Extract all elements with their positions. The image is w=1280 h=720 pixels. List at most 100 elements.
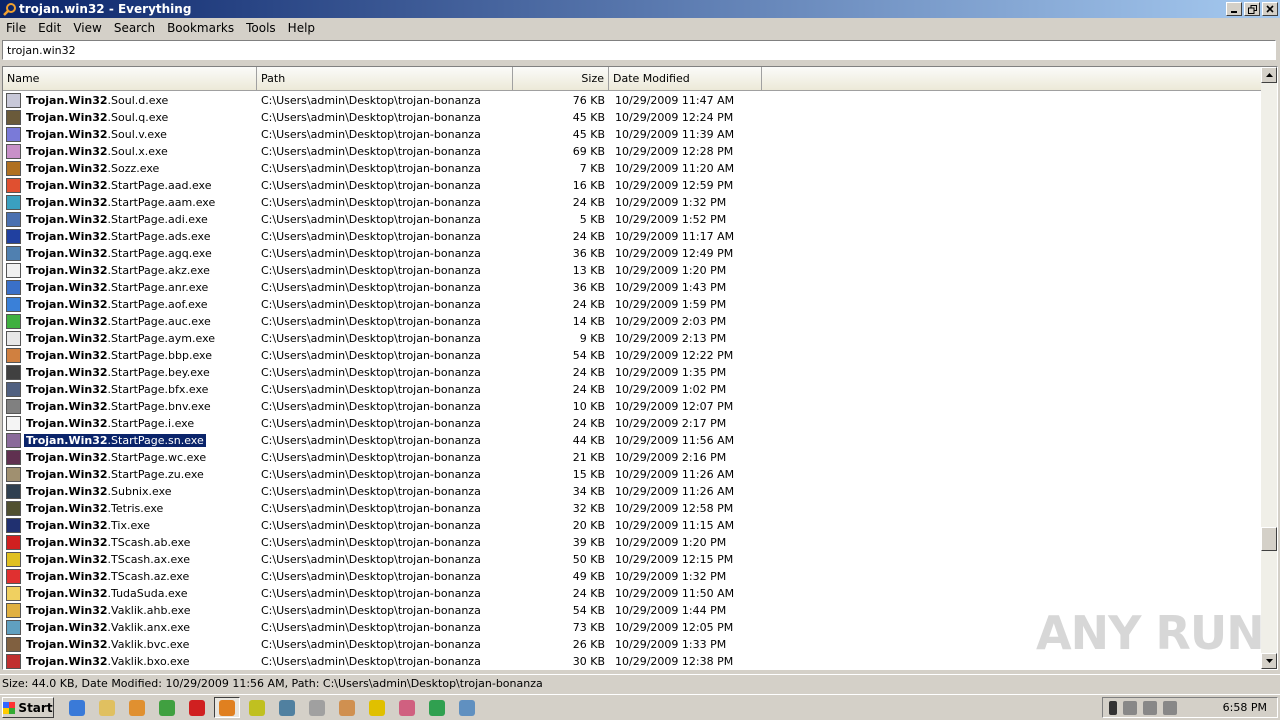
minimize-icon: [1231, 11, 1237, 13]
cell-name: Trojan.Win32.StartPage.zu.exe: [3, 467, 257, 482]
cell-date: 10/29/2009 11:26 AM: [615, 485, 735, 498]
taskbar-button[interactable]: [94, 697, 120, 718]
table-row[interactable]: Trojan.Win32.Soul.d.exe C:\Users\admin\De…: [3, 92, 1261, 109]
file-name-rest: .StartPage.bbp.exe: [107, 349, 212, 362]
match-highlight: Trojan.Win32: [26, 621, 108, 634]
file-icon: [6, 297, 21, 312]
restore-button[interactable]: [1244, 2, 1260, 16]
file-name-rest: .TScash.az.exe: [107, 570, 190, 583]
table-row[interactable]: Trojan.Win32.Sozz.exe C:\Users\admin\Desk…: [3, 160, 1261, 177]
cell-size: 16 KB: [572, 179, 605, 192]
taskbar-button[interactable]: [64, 697, 90, 718]
taskbar-button[interactable]: [274, 697, 300, 718]
table-row[interactable]: Trojan.Win32.StartPage.auc.exe C:\Users\a…: [3, 313, 1261, 330]
taskbar-button[interactable]: [304, 697, 330, 718]
volume-icon[interactable]: [1123, 700, 1137, 715]
taskbar-button[interactable]: [244, 697, 270, 718]
taskbar-button[interactable]: [184, 697, 210, 718]
file-icon: [6, 518, 21, 533]
table-row[interactable]: Trojan.Win32.StartPage.aym.exe C:\Users\a…: [3, 330, 1261, 347]
cell-path: C:\Users\admin\Desktop\trojan-bonanza: [261, 281, 481, 294]
cell-name: Trojan.Win32.StartPage.i.exe: [3, 416, 257, 431]
scroll-up-button[interactable]: [1261, 67, 1277, 83]
cell-name: Trojan.Win32.Soul.x.exe: [3, 144, 257, 159]
table-row[interactable]: Trojan.Win32.StartPage.akz.exe C:\Users\a…: [3, 262, 1261, 279]
file-icon: [6, 450, 21, 465]
table-row[interactable]: Trojan.Win32.StartPage.bnv.exe C:\Users\a…: [3, 398, 1261, 415]
column-name[interactable]: Name: [3, 67, 257, 91]
menu-help[interactable]: Help: [282, 18, 321, 38]
table-row[interactable]: Trojan.Win32.Tix.exe C:\Users\admin\Deskt…: [3, 517, 1261, 534]
taskbar-button[interactable]: [364, 697, 390, 718]
table-row[interactable]: Trojan.Win32.StartPage.wc.exe C:\Users\ad…: [3, 449, 1261, 466]
cell-date: 10/29/2009 1:52 PM: [615, 213, 727, 226]
taskbar-button[interactable]: [124, 697, 150, 718]
table-row[interactable]: Trojan.Win32.StartPage.anr.exe C:\Users\a…: [3, 279, 1261, 296]
table-row[interactable]: Trojan.Win32.Tetris.exe C:\Users\admin\De…: [3, 500, 1261, 517]
table-row[interactable]: Trojan.Win32.TScash.ab.exe C:\Users\admin…: [3, 534, 1261, 551]
start-button[interactable]: Start: [2, 697, 54, 718]
table-row[interactable]: Trojan.Win32.StartPage.aof.exe C:\Users\a…: [3, 296, 1261, 313]
table-row[interactable]: Trojan.Win32.Soul.q.exe C:\Users\admin\De…: [3, 109, 1261, 126]
table-row[interactable]: Trojan.Win32.StartPage.zu.exe C:\Users\ad…: [3, 466, 1261, 483]
taskbar-button[interactable]: [214, 697, 240, 718]
status-bar: Size: 44.0 KB, Date Modified: 10/29/2009…: [0, 674, 1280, 692]
system-tray: 6:58 PM: [1102, 697, 1278, 718]
file-name: Trojan.Win32.StartPage.aof.exe: [24, 298, 210, 311]
table-row[interactable]: Trojan.Win32.TScash.az.exe C:\Users\admin…: [3, 568, 1261, 585]
minimize-button[interactable]: [1226, 2, 1242, 16]
file-name: Trojan.Win32.StartPage.bfx.exe: [24, 383, 210, 396]
hand-app-icon: [309, 699, 325, 716]
search-input[interactable]: [3, 41, 1275, 59]
column-date-modified[interactable]: Date Modified: [609, 67, 762, 91]
table-row[interactable]: Trojan.Win32.StartPage.ads.exe C:\Users\a…: [3, 228, 1261, 245]
scroll-thumb[interactable]: [1261, 527, 1277, 551]
cell-date: 10/29/2009 12:05 PM: [615, 621, 734, 634]
column-path[interactable]: Path: [257, 67, 513, 91]
cell-path: C:\Users\admin\Desktop\trojan-bonanza: [261, 468, 481, 481]
taskbar-button[interactable]: [394, 697, 420, 718]
taskbar-button[interactable]: [334, 697, 360, 718]
tray-expand-icon[interactable]: [1109, 700, 1117, 715]
file-icon: [6, 212, 21, 227]
cell-size: 10 KB: [572, 400, 605, 413]
menu-edit[interactable]: Edit: [32, 18, 67, 38]
taskbar-button[interactable]: [454, 697, 480, 718]
table-row[interactable]: Trojan.Win32.StartPage.agq.exe C:\Users\a…: [3, 245, 1261, 262]
table-row[interactable]: Trojan.Win32.TScash.ax.exe C:\Users\admin…: [3, 551, 1261, 568]
table-row[interactable]: Trojan.Win32.Soul.x.exe C:\Users\admin\De…: [3, 143, 1261, 160]
table-row[interactable]: Trojan.Win32.StartPage.bbp.exe C:\Users\a…: [3, 347, 1261, 364]
vertical-scrollbar[interactable]: [1261, 67, 1277, 669]
cell-size: 36 KB: [572, 281, 605, 294]
table-row[interactable]: Trojan.Win32.StartPage.aam.exe C:\Users\a…: [3, 194, 1261, 211]
table-row[interactable]: Trojan.Win32.StartPage.i.exe C:\Users\adm…: [3, 415, 1261, 432]
file-icon: [6, 314, 21, 329]
menu-bookmarks[interactable]: Bookmarks: [161, 18, 240, 38]
table-row[interactable]: Trojan.Win32.StartPage.bfx.exe C:\Users\a…: [3, 381, 1261, 398]
network-icon[interactable]: [1143, 700, 1157, 715]
menu-tools[interactable]: Tools: [240, 18, 282, 38]
table-row[interactable]: Trojan.Win32.StartPage.aad.exe C:\Users\a…: [3, 177, 1261, 194]
cell-date: 10/29/2009 11:17 AM: [615, 230, 735, 243]
cell-name: Trojan.Win32.StartPage.bfx.exe: [3, 382, 257, 397]
menu-file[interactable]: File: [0, 18, 32, 38]
table-row[interactable]: Trojan.Win32.StartPage.bey.exe C:\Users\a…: [3, 364, 1261, 381]
table-row[interactable]: Trojan.Win32.StartPage.adi.exe C:\Users\a…: [3, 211, 1261, 228]
table-row[interactable]: Trojan.Win32.Soul.v.exe C:\Users\admin\De…: [3, 126, 1261, 143]
cell-path: C:\Users\admin\Desktop\trojan-bonanza: [261, 434, 481, 447]
menu-bar: File Edit View Search Bookmarks Tools He…: [0, 18, 1280, 38]
table-row[interactable]: Trojan.Win32.StartPage.sn.exe C:\Users\ad…: [3, 432, 1261, 449]
menu-search[interactable]: Search: [108, 18, 161, 38]
taskbar-button[interactable]: [154, 697, 180, 718]
table-row[interactable]: Trojan.Win32.TudaSuda.exe C:\Users\admin\…: [3, 585, 1261, 602]
column-size[interactable]: Size: [513, 67, 609, 91]
file-icon: [6, 93, 21, 108]
action-center-flag-icon[interactable]: [1163, 700, 1177, 715]
menu-view[interactable]: View: [67, 18, 107, 38]
taskbar-button[interactable]: [424, 697, 450, 718]
file-name-rest: .TudaSuda.exe: [107, 587, 188, 600]
clock[interactable]: 6:58 PM: [1223, 701, 1267, 714]
table-row[interactable]: Trojan.Win32.Subnix.exe C:\Users\admin\De…: [3, 483, 1261, 500]
cell-name: Trojan.Win32.TScash.az.exe: [3, 569, 257, 584]
close-button[interactable]: [1262, 2, 1278, 16]
